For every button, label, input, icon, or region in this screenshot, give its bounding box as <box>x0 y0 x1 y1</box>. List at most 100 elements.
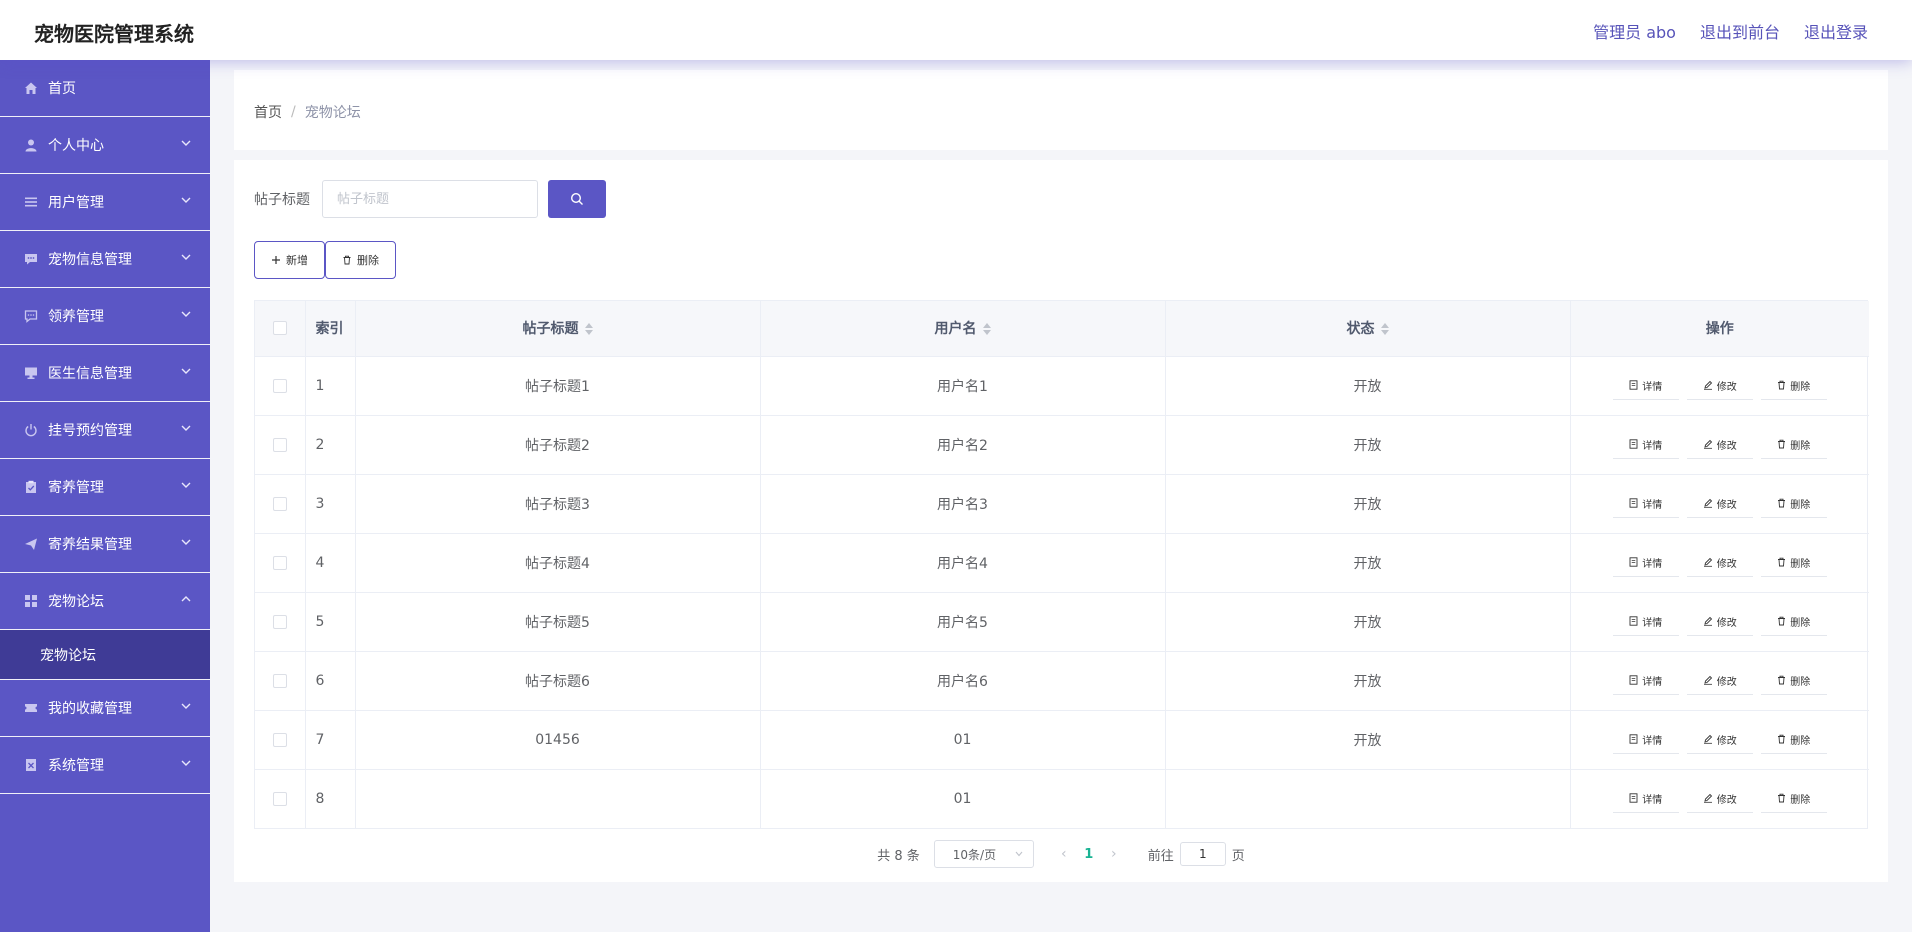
detail-button[interactable]: 详情 <box>1612 371 1679 400</box>
select-all-checkbox[interactable] <box>272 321 287 336</box>
cell-title: 01456 <box>355 710 761 770</box>
sidebar-item-pet-forum[interactable]: 宠物论坛 <box>0 573 210 630</box>
top-header: 宠物医院管理系统 管理员 abo 退出到前台 退出登录 <box>0 0 1912 60</box>
row-checkbox[interactable] <box>272 496 287 511</box>
row-checkbox[interactable] <box>272 673 287 688</box>
delete-button[interactable]: 删除 <box>1760 430 1827 459</box>
breadcrumb-home[interactable]: 首页 <box>254 102 282 122</box>
exit-to-frontend-link[interactable]: 退出到前台 <box>1700 19 1780 43</box>
trash-icon <box>1778 734 1786 744</box>
row-checkbox[interactable] <box>272 555 287 570</box>
sidebar-item-system[interactable]: 系统管理 <box>0 737 210 794</box>
delete-button-label: 删除 <box>357 255 379 267</box>
delete-button[interactable]: 删除 <box>1760 784 1827 813</box>
column-header-status[interactable]: 状态 <box>1165 301 1571 357</box>
column-header-ops: 操作 <box>1570 301 1869 357</box>
sidebar-item-favorites[interactable]: 我的收藏管理 <box>0 680 210 737</box>
edit-button[interactable]: 修改 <box>1686 548 1753 577</box>
detail-button[interactable]: 详情 <box>1612 784 1679 813</box>
detail-button[interactable]: 详情 <box>1612 430 1679 459</box>
sort-icon[interactable] <box>584 323 593 336</box>
page-jumper-input[interactable] <box>1179 842 1226 866</box>
document-icon <box>1629 734 1638 744</box>
sidebar-item-boarding[interactable]: 寄养管理 <box>0 459 210 516</box>
cell-username: 01 <box>760 710 1166 770</box>
sidebar-item-adoption[interactable]: 领养管理 <box>0 288 210 345</box>
document-icon <box>1629 498 1638 508</box>
detail-button-label: 详情 <box>1642 499 1663 511</box>
edit-button[interactable]: 修改 <box>1686 607 1753 636</box>
table-row: 3 帖子标题3 用户名3 开放 详情 修改 删除 <box>255 474 1869 534</box>
edit-button[interactable]: 修改 <box>1686 371 1753 400</box>
admin-user-link[interactable]: 管理员 abo <box>1593 19 1676 43</box>
cell-title: 帖子标题3 <box>355 474 761 534</box>
sidebar-item-personal-center[interactable]: 个人中心 <box>0 117 210 174</box>
detail-button[interactable]: 详情 <box>1612 725 1679 754</box>
column-header-title[interactable]: 帖子标题 <box>355 301 761 357</box>
detail-button[interactable]: 详情 <box>1612 607 1679 636</box>
delete-button-label: 删除 <box>1790 794 1811 806</box>
page-number-current[interactable]: 1 <box>1074 847 1104 862</box>
detail-button[interactable]: 详情 <box>1612 666 1679 695</box>
row-checkbox[interactable] <box>272 437 287 452</box>
edit-button[interactable]: 修改 <box>1686 725 1753 754</box>
search-input[interactable] <box>322 180 538 218</box>
edit-icon <box>1703 794 1712 803</box>
sidebar-item-user-management[interactable]: 用户管理 <box>0 174 210 231</box>
sidebar-item-label: 系统管理 <box>48 758 104 774</box>
edit-button-label: 修改 <box>1716 617 1737 629</box>
document-icon <box>1629 675 1638 685</box>
breadcrumb-card: 首页 / 宠物论坛 <box>234 70 1888 150</box>
detail-button-label: 详情 <box>1642 440 1663 452</box>
row-checkbox[interactable] <box>272 732 287 747</box>
sidebar-item-label: 挂号预约管理 <box>48 423 132 439</box>
home-icon <box>24 81 38 95</box>
row-checkbox[interactable] <box>272 378 287 393</box>
cell-username: 用户名1 <box>760 356 1166 416</box>
sidebar-item-boarding-result[interactable]: 寄养结果管理 <box>0 516 210 573</box>
table-row: 1 帖子标题1 用户名1 开放 详情 修改 删除 <box>255 356 1869 416</box>
delete-button[interactable]: 删除 <box>1760 666 1827 695</box>
sort-icon[interactable] <box>982 323 991 336</box>
row-select-cell <box>255 415 306 475</box>
cell-title: 帖子标题4 <box>355 533 761 593</box>
logout-link[interactable]: 退出登录 <box>1804 19 1868 43</box>
row-checkbox[interactable] <box>272 791 287 806</box>
prev-page-button[interactable]: ‹ <box>1054 846 1074 862</box>
sidebar-item-home[interactable]: 首页 <box>0 60 210 117</box>
edit-button[interactable]: 修改 <box>1686 666 1753 695</box>
page-jumper: 前往 页 <box>1148 842 1245 866</box>
add-button[interactable]: 新增 <box>254 241 325 279</box>
page-size-select[interactable]: 10条/页 <box>933 840 1034 868</box>
delete-button[interactable]: 删除 <box>1760 607 1827 636</box>
sidebar-item-doctor-info[interactable]: 医生信息管理 <box>0 345 210 402</box>
row-checkbox[interactable] <box>272 614 287 629</box>
search-icon <box>570 192 583 205</box>
search-button[interactable] <box>548 180 606 218</box>
next-page-button[interactable]: › <box>1104 846 1124 862</box>
cell-username: 用户名5 <box>760 592 1166 652</box>
edit-button[interactable]: 修改 <box>1686 784 1753 813</box>
cell-index: 6 <box>305 651 356 711</box>
delete-button[interactable]: 删除 <box>1760 548 1827 577</box>
cell-ops: 详情 修改 删除 <box>1570 592 1869 652</box>
sidebar-item-appointment[interactable]: 挂号预约管理 <box>0 402 210 459</box>
document-icon <box>1629 793 1638 803</box>
batch-delete-button[interactable]: 删除 <box>325 241 396 279</box>
delete-button[interactable]: 删除 <box>1760 371 1827 400</box>
document-icon <box>1629 439 1638 449</box>
sidebar-item-pet-info[interactable]: 宠物信息管理 <box>0 231 210 288</box>
edit-button[interactable]: 修改 <box>1686 489 1753 518</box>
trash-icon <box>1778 557 1786 567</box>
sort-icon[interactable] <box>1380 323 1389 336</box>
delete-button[interactable]: 删除 <box>1760 489 1827 518</box>
delete-button-label: 删除 <box>1790 617 1811 629</box>
edit-button[interactable]: 修改 <box>1686 430 1753 459</box>
document-icon <box>24 758 38 772</box>
sidebar-subitem-pet-forum[interactable]: 宠物论坛 <box>0 630 210 680</box>
detail-button[interactable]: 详情 <box>1612 548 1679 577</box>
cell-username: 用户名4 <box>760 533 1166 593</box>
detail-button[interactable]: 详情 <box>1612 489 1679 518</box>
column-header-username[interactable]: 用户名 <box>760 301 1166 357</box>
delete-button[interactable]: 删除 <box>1760 725 1827 754</box>
